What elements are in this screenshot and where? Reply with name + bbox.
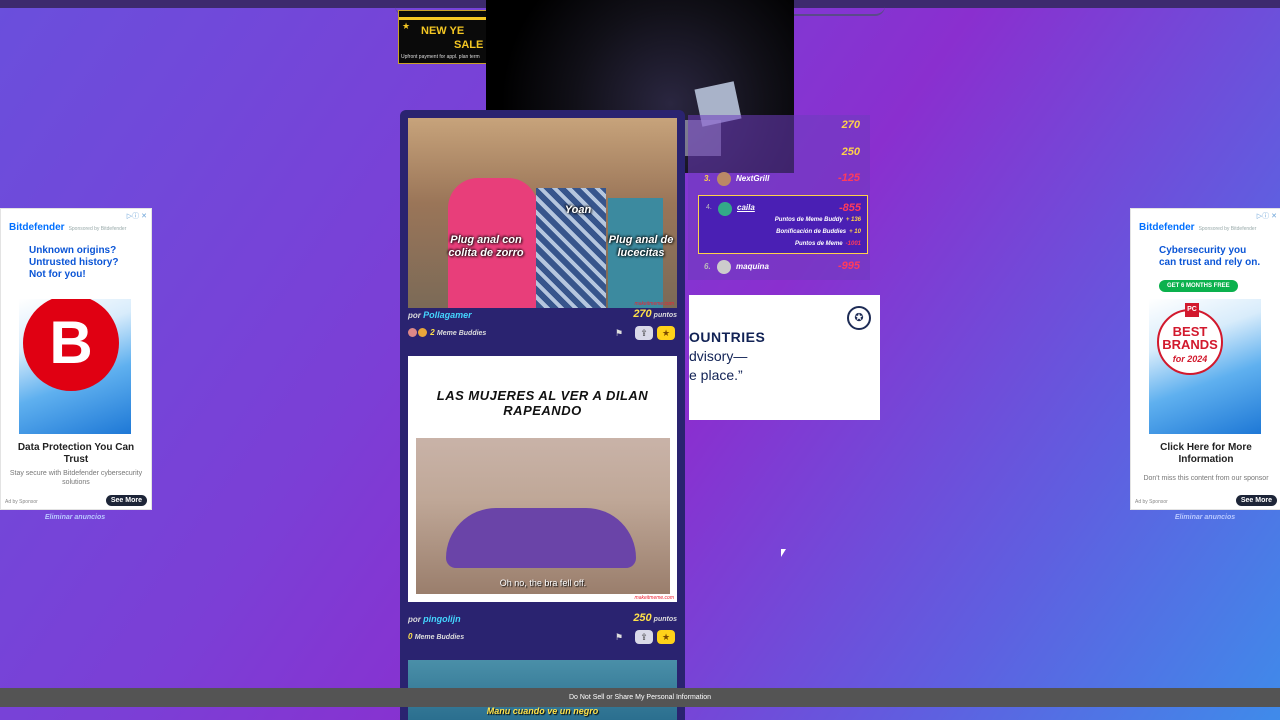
leaderboard-rank: 3. bbox=[704, 174, 711, 183]
flag-icon[interactable]: ⚑ bbox=[615, 632, 623, 643]
mouse-cursor-icon bbox=[781, 549, 786, 557]
author-link[interactable]: pingolijn bbox=[423, 614, 461, 624]
ad-title[interactable]: Click Here for More Information bbox=[1137, 442, 1275, 466]
meme-title-text: LAS MUJERES AL VER A DILAN RAPEANDO bbox=[436, 388, 649, 418]
middle-display-ad[interactable]: ✪ OUNTRIES dvisory— e place.” bbox=[689, 295, 880, 420]
ad-headline: Unknown origins? Untrusted history? Not … bbox=[29, 245, 119, 280]
ad-choices-icon[interactable]: ▷ⓘ ✕ bbox=[1257, 211, 1277, 221]
banner-line1: NEW YE bbox=[421, 25, 465, 37]
meme-caption: Yoan bbox=[564, 204, 592, 216]
get-free-button[interactable]: GET 6 MONTHS FREE bbox=[1159, 280, 1238, 292]
ad-image[interactable]: B bbox=[19, 299, 131, 434]
share-button[interactable]: ⇪ bbox=[635, 326, 653, 340]
banner-stripe bbox=[399, 17, 489, 20]
leaderboard-row[interactable]: 250 bbox=[688, 142, 870, 166]
ad-brand: Bitdefender Sponsored by Bitdefender bbox=[1139, 222, 1257, 233]
meme-caption: Plug anal con colita de zorro bbox=[448, 234, 524, 259]
meme-author: por pingolijn bbox=[408, 614, 461, 624]
favorite-button[interactable]: ★ bbox=[657, 326, 675, 340]
leaderboard-score: -855 bbox=[838, 202, 861, 214]
ad-choices-icon[interactable]: ▷ⓘ ✕ bbox=[127, 211, 147, 221]
meme-points: 250 puntos bbox=[633, 612, 677, 624]
meme-caption: Plug anal de lucecitas bbox=[608, 234, 674, 259]
leaderboard-row[interactable]: 3. NextGrill -125 bbox=[688, 168, 870, 192]
meme-subtitle: Oh no, the bra fell off. bbox=[499, 578, 587, 588]
bitdefender-logo-icon: B bbox=[23, 299, 119, 391]
leaderboard-rank: 4. bbox=[706, 204, 712, 211]
avatar bbox=[408, 328, 417, 338]
leaderboard-name[interactable]: NextGrill bbox=[736, 174, 769, 183]
ad-headline: Cybersecurity you can trust and rely on. bbox=[1159, 245, 1261, 268]
leaderboard-score: 270 bbox=[841, 119, 860, 131]
meme-buddies[interactable]: 2 Meme Buddies bbox=[408, 328, 486, 338]
score-breakdown-line: Puntos de Meme -1001 bbox=[794, 241, 861, 247]
remove-ads-link-left[interactable]: Eliminar anuncios bbox=[0, 514, 150, 521]
leaderboard: 270 250 3. NextGrill -125 4. caila -855 … bbox=[688, 115, 870, 280]
meme-meta: por Pollagamer 270 puntos 2 Meme Buddies … bbox=[408, 308, 677, 344]
top-banner-ad[interactable]: ★ NEW YE SALE Upfront payment for appl. … bbox=[398, 10, 490, 64]
left-sidebar-ad[interactable]: ▷ⓘ ✕ Bitdefender Sponsored by Bitdefender… bbox=[0, 208, 152, 510]
avatar bbox=[717, 260, 731, 274]
meme-watermark: makeitmeme.com bbox=[634, 301, 674, 307]
share-button[interactable]: ⇪ bbox=[635, 630, 653, 644]
ad-text-line: e place.” bbox=[689, 367, 743, 383]
avatar bbox=[717, 172, 731, 186]
ad-brand: Bitdefender Sponsored by Bitdefender bbox=[9, 222, 127, 233]
see-more-button[interactable]: See More bbox=[105, 495, 147, 506]
meme-image[interactable]: LAS MUJERES AL VER A DILAN RAPEANDO Oh n… bbox=[408, 356, 677, 602]
ad-image[interactable]: PC BEST BRANDS for 2024 bbox=[1149, 299, 1261, 434]
leaderboard-name[interactable]: caila bbox=[737, 203, 755, 212]
banner-fine: Upfront payment for appl. plan term bbox=[401, 54, 480, 60]
avatar bbox=[418, 328, 427, 338]
ad-attribution: Ad by Sponsor bbox=[5, 499, 38, 505]
score-breakdown-line: Puntos de Meme Buddy + 136 bbox=[774, 217, 861, 223]
ad-text-line: dvisory— bbox=[689, 348, 748, 364]
privacy-footer-link[interactable]: Do Not Sell or Share My Personal Informa… bbox=[0, 688, 1280, 707]
seal-icon: ✪ bbox=[847, 306, 871, 330]
leaderboard-score: 250 bbox=[841, 146, 860, 158]
author-link[interactable]: Pollagamer bbox=[423, 310, 472, 320]
ad-subtitle: Don't miss this content from our sponsor bbox=[1143, 475, 1269, 482]
star-icon: ★ bbox=[402, 21, 411, 31]
meme-points: 270 puntos bbox=[633, 308, 677, 320]
leaderboard-name[interactable]: maquina bbox=[736, 262, 769, 271]
meme-feed[interactable]: Plug anal con colita de zorro Yoan Plug … bbox=[400, 110, 685, 720]
leaderboard-row[interactable]: 270 bbox=[688, 115, 870, 139]
remove-ads-link-right[interactable]: Eliminar anuncios bbox=[1130, 514, 1280, 521]
ad-text-line: OUNTRIES bbox=[689, 329, 766, 345]
meme-buddies[interactable]: 0 Meme Buddies bbox=[408, 632, 464, 641]
ad-title[interactable]: Data Protection You Can Trust bbox=[7, 442, 145, 466]
meme-image[interactable]: Plug anal con colita de zorro Yoan Plug … bbox=[408, 118, 677, 308]
banner-line2: SALE bbox=[454, 39, 484, 51]
leaderboard-score: -125 bbox=[837, 172, 860, 184]
pc-logo-icon: PC bbox=[1185, 303, 1199, 317]
favorite-button[interactable]: ★ bbox=[657, 630, 675, 644]
ad-subtitle: Stay secure with Bitdefender cybersecuri… bbox=[9, 470, 143, 486]
flag-icon[interactable]: ⚑ bbox=[615, 328, 623, 339]
right-sidebar-ad[interactable]: ▷ⓘ ✕ Bitdefender Sponsored by Bitdefender… bbox=[1130, 208, 1280, 510]
score-breakdown-line: Bonificación de Buddies + 10 bbox=[776, 229, 861, 235]
meme-figure bbox=[446, 508, 636, 568]
leaderboard-current-user[interactable]: 4. caila -855 Puntos de Meme Buddy + 136 … bbox=[698, 195, 868, 254]
best-brands-badge: PC BEST BRANDS for 2024 bbox=[1157, 303, 1223, 375]
ad-attribution: Ad by Sponsor bbox=[1135, 499, 1168, 505]
leaderboard-rank: 6. bbox=[704, 262, 711, 271]
leaderboard-row[interactable]: 6. maquina -995 bbox=[688, 256, 870, 280]
meme-picture: Oh no, the bra fell off. bbox=[416, 438, 670, 594]
meme-meta: por pingolijn 250 puntos 0 Meme Buddies ⚑… bbox=[408, 612, 677, 648]
meme-caption: Manu cuando ve un negro bbox=[486, 706, 599, 716]
meme-watermark: makeitmeme.com bbox=[634, 595, 674, 601]
meme-author: por Pollagamer bbox=[408, 310, 472, 320]
see-more-button[interactable]: See More bbox=[1235, 495, 1277, 506]
leaderboard-score: -995 bbox=[837, 260, 860, 272]
avatar bbox=[718, 202, 732, 216]
